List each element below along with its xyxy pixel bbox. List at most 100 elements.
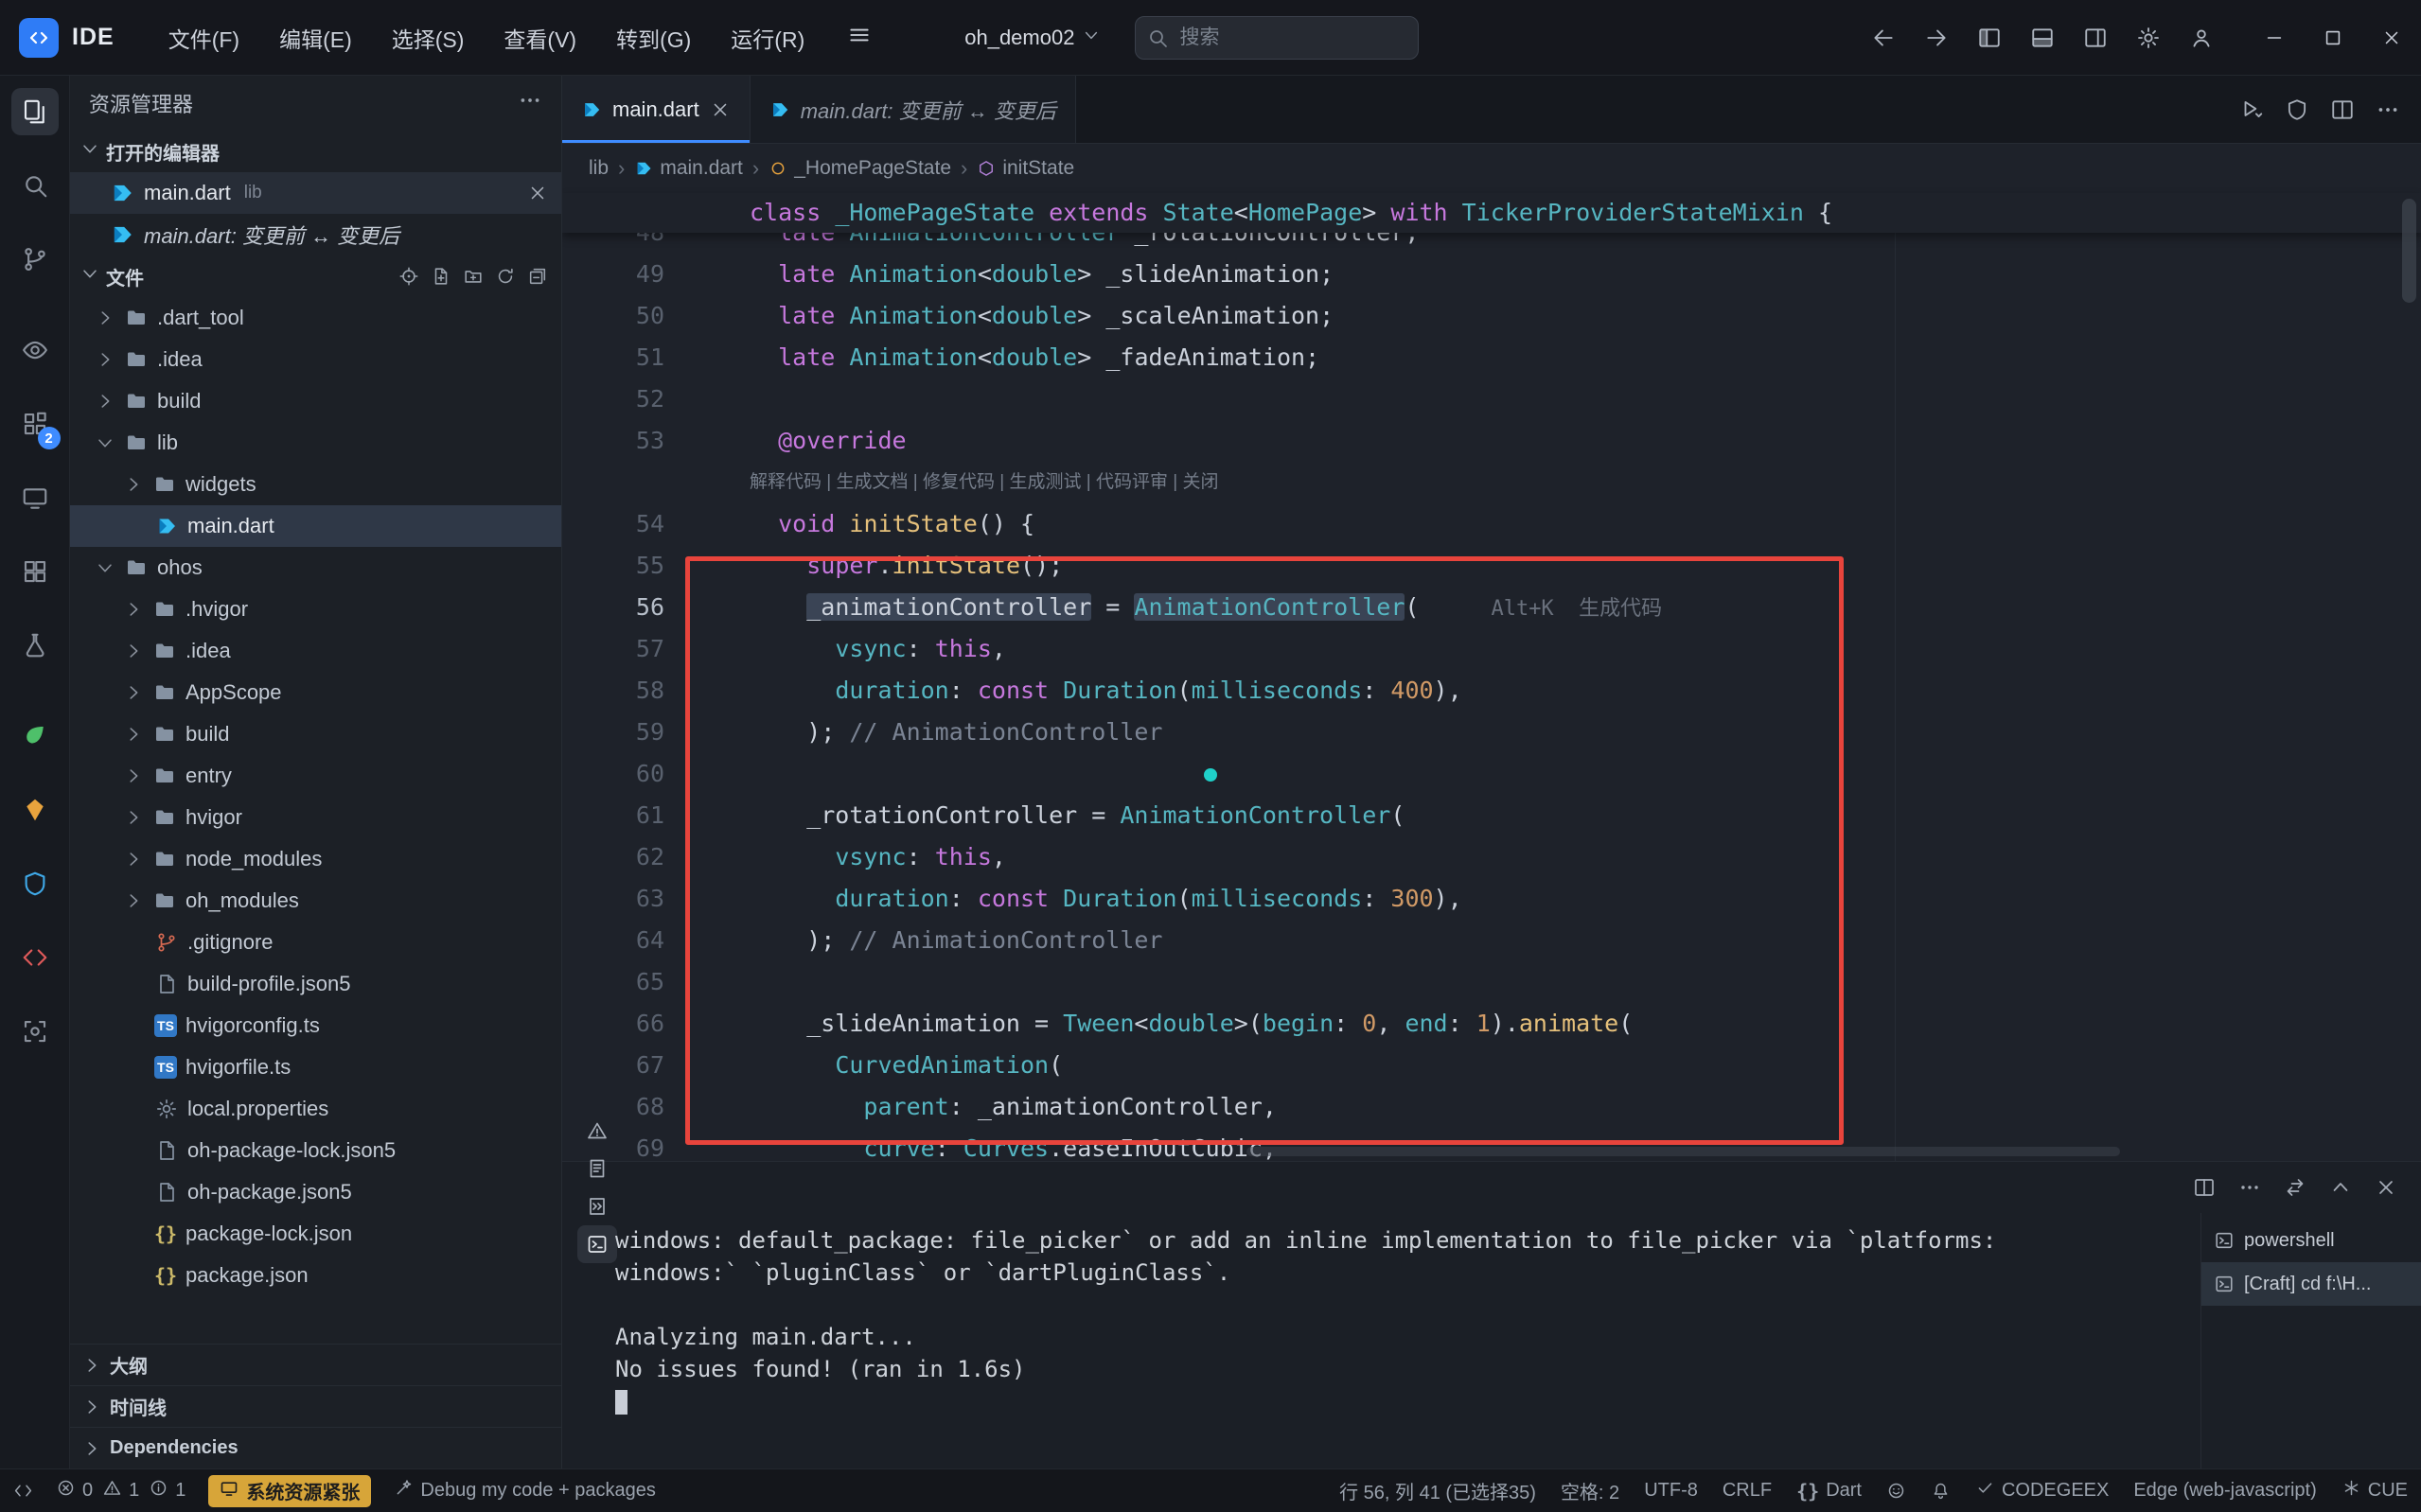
search-input[interactable] [1135, 16, 1419, 60]
panel-split-editor-button[interactable] [2184, 1169, 2224, 1206]
collapse-all-button[interactable] [523, 262, 552, 290]
activity-search-button[interactable] [11, 162, 59, 209]
sidebar-section-Dependencies[interactable]: Dependencies [70, 1427, 561, 1468]
encoding-setting[interactable]: UTF-8 [1644, 1480, 1698, 1502]
activity-deploy-button[interactable] [11, 786, 59, 834]
new-file-button[interactable] [427, 262, 455, 290]
tree-item-build[interactable]: build [70, 713, 561, 755]
activity-testing-button[interactable] [11, 622, 59, 669]
tree-item-entry[interactable]: entry [70, 755, 561, 797]
tree-item-widgets[interactable]: widgets [70, 464, 561, 505]
runtime-target[interactable]: Edge (web-javascript) [2133, 1480, 2316, 1502]
activity-codegeex-shield-button[interactable] [11, 860, 59, 907]
cursor-position[interactable]: 行 56, 列 41 (已选择35) [1339, 1477, 1536, 1504]
tree-item-.dart_tool[interactable]: .dart_tool [70, 297, 561, 339]
tree-item-.idea[interactable]: .idea [70, 630, 561, 672]
sidebar-section-时间线[interactable]: 时间线 [70, 1385, 561, 1427]
menu-S[interactable]: 选择(S) [372, 12, 485, 63]
close-editor-button[interactable] [527, 183, 548, 203]
tree-item-node_modules[interactable]: node_modules [70, 838, 561, 880]
feedback-button[interactable] [1886, 1481, 1906, 1501]
run-button[interactable] [2234, 92, 2270, 128]
codelens-actions[interactable]: 解释代码 | 生成文档 | 修复代码 | 生成测试 | 代码评审 | 关闭 [664, 462, 1218, 503]
debug-quick-action[interactable]: Debug my code + packages [394, 1478, 656, 1503]
activity-explorer-button[interactable] [11, 88, 59, 135]
cue-status[interactable]: CUE [2341, 1478, 2408, 1503]
tree-item-package-lock.json[interactable]: {}package-lock.json [70, 1213, 561, 1255]
tree-item-.gitignore[interactable]: .gitignore [70, 922, 561, 963]
panel-swap-button[interactable] [2275, 1169, 2315, 1206]
sidebar-more-button[interactable] [518, 88, 542, 118]
resource-warning-badge[interactable]: 系统资源紧张 [208, 1475, 371, 1507]
tree-item-ohos[interactable]: ohos [70, 547, 561, 589]
codegeex-shield-button[interactable] [2279, 92, 2315, 128]
layout-panel-button[interactable] [2020, 17, 2065, 59]
layout-sidebar-button[interactable] [1967, 17, 2012, 59]
menu-V[interactable]: 查看(V) [484, 12, 596, 63]
open-editor-item[interactable]: main.dartlib [70, 172, 561, 214]
tree-item-oh_modules[interactable]: oh_modules [70, 880, 561, 922]
project-selector[interactable]: oh_demo02 [964, 26, 1101, 50]
activity-preview-button[interactable] [11, 326, 59, 374]
breadcrumb-item[interactable]: lib [589, 157, 609, 180]
activity-extensions-button[interactable]: 2 [11, 400, 59, 448]
eol-setting[interactable]: CRLF [1723, 1480, 1772, 1502]
activity-snippets-button[interactable] [11, 934, 59, 981]
remote-indicator[interactable] [13, 1481, 33, 1501]
terminal-list-item[interactable]: powershell [2201, 1219, 2421, 1262]
split-editor-button[interactable] [2324, 92, 2360, 128]
tree-item-lib[interactable]: lib [70, 422, 561, 464]
tree-item-build-profile.json5[interactable]: build-profile.json5 [70, 963, 561, 1005]
sidebar-section-大纲[interactable]: 大纲 [70, 1344, 561, 1385]
menu-F[interactable]: 文件(F) [149, 12, 259, 63]
editor-vertical-scrollbar[interactable] [2402, 199, 2416, 303]
code-area[interactable]: 48 late AnimationController _rotationCon… [562, 212, 2421, 1161]
tree-item-build[interactable]: build [70, 380, 561, 422]
layout-sidebar-right-button[interactable] [2073, 17, 2118, 59]
tree-item-hvigorconfig.ts[interactable]: TShvigorconfig.ts [70, 1005, 561, 1046]
window-close-button[interactable] [2362, 0, 2421, 76]
refresh-button[interactable] [491, 262, 520, 290]
tree-item-oh-package.json5[interactable]: oh-package.json5 [70, 1171, 561, 1213]
breadcrumb-item[interactable]: _HomePageState [769, 157, 951, 180]
forward-button[interactable] [1914, 17, 1959, 59]
activity-code-scan-button[interactable] [11, 1008, 59, 1055]
menu-E[interactable]: 编辑(E) [259, 12, 372, 63]
tree-item-local.properties[interactable]: local.properties [70, 1088, 561, 1130]
codegeex-dot-icon[interactable] [1204, 768, 1217, 782]
open-editors-header[interactable]: 打开的编辑器 [70, 131, 561, 172]
settings-button[interactable] [2126, 17, 2171, 59]
tree-item-oh-package-lock.json5[interactable]: oh-package-lock.json5 [70, 1130, 561, 1171]
activity-remote-devices-button[interactable] [11, 474, 59, 521]
tree-item-.idea[interactable]: .idea [70, 339, 561, 380]
breadcrumb-item[interactable]: main.dart [634, 157, 743, 180]
panel-tab-debug-console[interactable] [577, 1187, 617, 1225]
activity-dashboard-button[interactable] [11, 548, 59, 595]
new-folder-button[interactable] [459, 262, 487, 290]
terminal-list-item[interactable]: [Craft] cd f:\H... [2201, 1262, 2421, 1306]
tree-item-AppScope[interactable]: AppScope [70, 672, 561, 713]
indentation-setting[interactable]: 空格: 2 [1561, 1477, 1619, 1504]
editor-tab[interactable]: main.dart: 变更前 ↔ 变更后 [751, 76, 1076, 143]
close-tab-button[interactable] [710, 99, 731, 120]
activity-harmony-button[interactable] [11, 712, 59, 760]
tree-item-.hvigor[interactable]: .hvigor [70, 589, 561, 630]
more-button[interactable] [2370, 92, 2406, 128]
open-editor-item[interactable]: main.dart: 变更前 ↔ 变更后 [70, 214, 561, 255]
activity-source-control-button[interactable] [11, 236, 59, 283]
window-maximize-button[interactable] [2304, 0, 2362, 76]
tree-item-main.dart[interactable]: main.dart [70, 505, 561, 547]
back-button[interactable] [1861, 17, 1906, 59]
notifications-button[interactable] [1931, 1481, 1951, 1501]
problems-indicator[interactable]: 0 1 1 [56, 1478, 186, 1503]
menu-G[interactable]: 转到(G) [596, 12, 711, 63]
editor-tab[interactable]: main.dart [562, 76, 751, 143]
panel-close-button[interactable] [2366, 1169, 2406, 1206]
menu-more-button[interactable] [839, 15, 879, 60]
tree-item-hvigor[interactable]: hvigor [70, 797, 561, 838]
tree-item-hvigorfile.ts[interactable]: TShvigorfile.ts [70, 1046, 561, 1088]
tree-item-package.json[interactable]: {}package.json [70, 1255, 561, 1296]
editor-horizontal-scrollbar[interactable] [1246, 1147, 2120, 1156]
menu-R[interactable]: 运行(R) [711, 12, 824, 63]
account-button[interactable] [2179, 17, 2224, 59]
